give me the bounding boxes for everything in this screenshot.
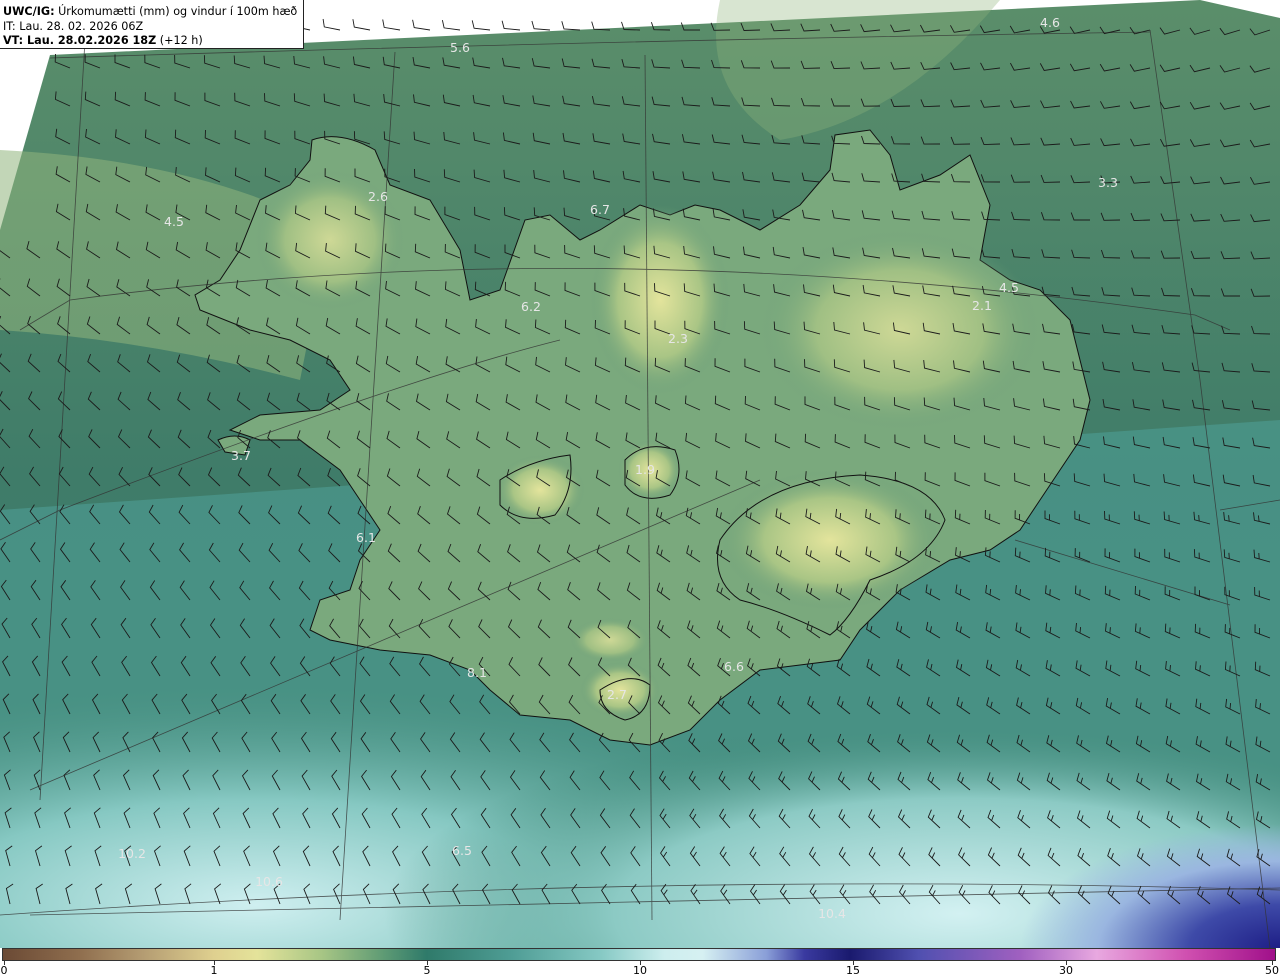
point-value: 10.6: [255, 874, 283, 889]
point-value: 4.6: [1040, 15, 1060, 30]
colorbar-tick-label: 0: [0, 964, 8, 977]
point-value: 2.7: [607, 687, 627, 702]
valid-time: VT: Lau. 28.02.2026 18Z: [3, 34, 157, 47]
point-value: 3.7: [231, 448, 251, 463]
precip-map: 5.6 4.6 3.3 4.5 2.6 6.7 6.2 4.5 2.1 2.3 3.7 1.9 6.1 6…: [0, 0, 1280, 948]
point-value: 6.5: [452, 843, 472, 858]
point-value: 2.6: [368, 189, 388, 204]
init-time: IT: Lau. 28. 02. 2026 06Z: [3, 19, 144, 33]
colorbar-tick-label: 30: [1059, 964, 1073, 977]
colorbar-tick-label: 50: [1265, 964, 1279, 977]
point-value: 6.2: [521, 299, 541, 314]
point-value: 5.6: [450, 40, 470, 55]
point-value: 6.7: [590, 202, 610, 217]
point-value: 2.1: [972, 298, 992, 313]
colorbar-tick-label: 5: [423, 964, 431, 977]
point-value: 4.5: [164, 214, 184, 229]
point-value: 10.2: [118, 846, 146, 861]
colorbar-tick-label: 10: [633, 964, 647, 977]
colorbar-tick-label: 1: [210, 964, 218, 977]
point-value: 6.6: [724, 659, 744, 674]
point-value: 1.9: [635, 462, 655, 477]
point-value: 10.4: [818, 906, 846, 921]
model-prefix: UWC/IG:: [3, 5, 55, 18]
point-value: 2.3: [668, 331, 688, 346]
colorbar-strip: [2, 948, 1276, 961]
colorbar-tick-label: 15: [846, 964, 860, 977]
map-info-box: UWC/IG: Úrkomumætti (mm) og vindur í 100…: [0, 0, 304, 49]
map-canvas: 5.6 4.6 3.3 4.5 2.6 6.7 6.2 4.5 2.1 2.3 3.7 1.9 6.1 6…: [0, 0, 1280, 948]
colorbar: 0 1 5 10 15 30 50: [0, 948, 1280, 978]
point-value: 4.5: [999, 280, 1019, 295]
map-title: Úrkomumætti (mm) og vindur í 100m hæð: [54, 5, 298, 18]
point-value: 6.1: [356, 530, 376, 545]
point-value: 3.3: [1098, 175, 1118, 190]
forecast-offset: (+12 h): [156, 34, 203, 47]
point-value: 8.1: [467, 665, 487, 680]
